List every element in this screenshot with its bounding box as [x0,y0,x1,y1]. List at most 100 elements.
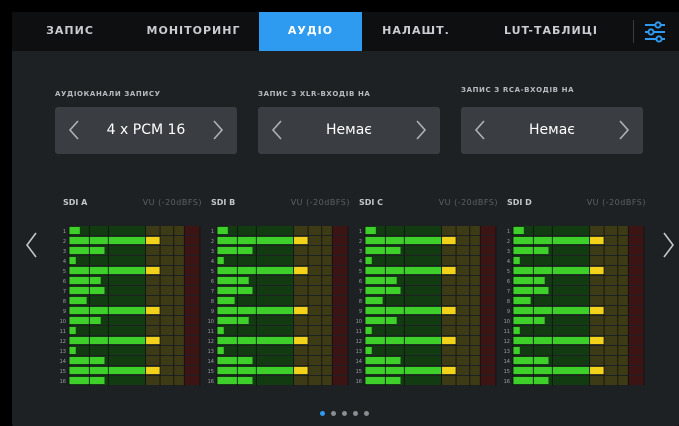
meter-bg-yellow [145,276,185,285]
meter-bg-green [513,326,590,335]
meter-level-peak [441,367,457,374]
meter-bg-red [184,256,200,265]
meter-bg-green [513,256,590,265]
chevron-right-icon[interactable] [658,230,678,260]
meter-bg-yellow [589,276,629,285]
meter-level-bar [365,257,372,264]
xlr-record-selector[interactable]: Немає [258,107,440,154]
meter-bg-yellow [441,346,481,355]
channel-number: 3 [63,249,66,255]
meter-bg-red [332,226,348,235]
meter-bg-green [217,256,294,265]
channel-number: 3 [507,249,510,255]
meter-level-bar [217,227,228,234]
meter-bg-red [480,346,496,355]
page-dot[interactable] [364,411,369,416]
meter-bg-green [365,326,442,335]
meter-bg-red [628,276,644,285]
channel-number: 15 [504,369,510,375]
tab-setup[interactable]: НАЛАШТ. [362,12,470,51]
channel-number: 3 [359,249,362,255]
meter-level-peak [293,307,309,314]
meter-bg-green [513,226,590,235]
meter-level-bar [365,367,442,374]
chevron-right-icon[interactable] [205,118,229,142]
meter-bg-yellow [145,226,185,235]
channel-number: 4 [63,259,66,265]
sliders-icon[interactable] [642,19,668,45]
meter-bg-yellow [589,256,629,265]
meter-bg-red [332,326,348,335]
tab-audio[interactable]: АУДІО [259,12,362,51]
meter-level-bar [365,357,401,364]
meter-bg-red [480,356,496,365]
tab-monitor[interactable]: МОНІТОРИНГ [128,12,259,51]
meter-bg-yellow [293,246,333,255]
meter-bg-red [628,256,644,265]
channel-number: 13 [208,349,214,355]
meter-level-bar [365,267,442,274]
channel-number: 8 [63,299,66,305]
meter-bg-green [217,226,294,235]
page-dot[interactable] [331,411,336,416]
tab-divider [633,20,634,43]
meter-bg-red [332,276,348,285]
chevron-right-icon[interactable] [408,118,432,142]
meter-level-bar [69,317,101,324]
meter-bg-red [184,306,200,315]
meter-level-peak [589,237,605,244]
rca-record-label: ЗАПИС З RCA-ВХОДІВ НА [461,86,575,94]
meter-bg-yellow [145,376,185,385]
meter-level-bar [217,277,249,284]
meter-level-bar [365,327,372,334]
channel-number: 2 [211,239,214,245]
page-dot[interactable] [320,411,325,416]
channel-number: 1 [507,229,510,235]
page-dot[interactable] [353,411,358,416]
meter-bg-red [628,346,644,355]
meter-bg-red [332,336,348,345]
meter-bg-red [184,316,200,325]
tab-record[interactable]: ЗАПИС [12,12,128,51]
tab-lut[interactable]: LUT-ТАБЛИЦІ [470,12,632,51]
meter-bg-yellow [145,296,185,305]
meter-level-peak [293,267,309,274]
meter-bg-green [365,226,442,235]
meter-bg-yellow [293,356,333,365]
meter-bg-red [628,356,644,365]
meter-bg-yellow [441,256,481,265]
meter-level-bar [513,257,520,264]
meter-level-bar [217,247,253,254]
meter-bg-yellow [589,246,629,255]
channel-number: 5 [63,269,66,275]
meter-level-bar [513,237,590,244]
meter-bg-red [480,366,496,375]
page-dot[interactable] [342,411,347,416]
meter-bg-yellow [441,226,481,235]
meter-level-peak [589,307,605,314]
meter-bg-red [184,236,200,245]
meter-bg-red [480,256,496,265]
channel-number: 1 [211,229,214,235]
channel-number: 4 [211,259,214,265]
meter-bg-green [69,226,146,235]
meter-title-sdi-a: SDI A [63,198,88,207]
meter-level-peak [441,337,457,344]
record-channels-selector[interactable]: 4 x PCM 16 [55,107,237,154]
meter-bg-red [628,336,644,345]
meter-level-bar [365,237,442,244]
chevron-right-icon[interactable] [611,118,635,142]
meter-bg-yellow [145,316,185,325]
meter-bg-yellow [145,256,185,265]
channel-number: 15 [208,369,214,375]
meter-bg-yellow [293,346,333,355]
meter-bg-red [628,246,644,255]
meter-bg-red [332,256,348,265]
meter-bg-green [365,346,442,355]
channel-number: 14 [356,359,362,365]
meter-bg-yellow [589,226,629,235]
chevron-left-icon[interactable] [22,230,42,260]
meter-bg-red [332,266,348,275]
rca-record-selector[interactable]: Немає [461,107,643,154]
meter-bg-yellow [293,256,333,265]
